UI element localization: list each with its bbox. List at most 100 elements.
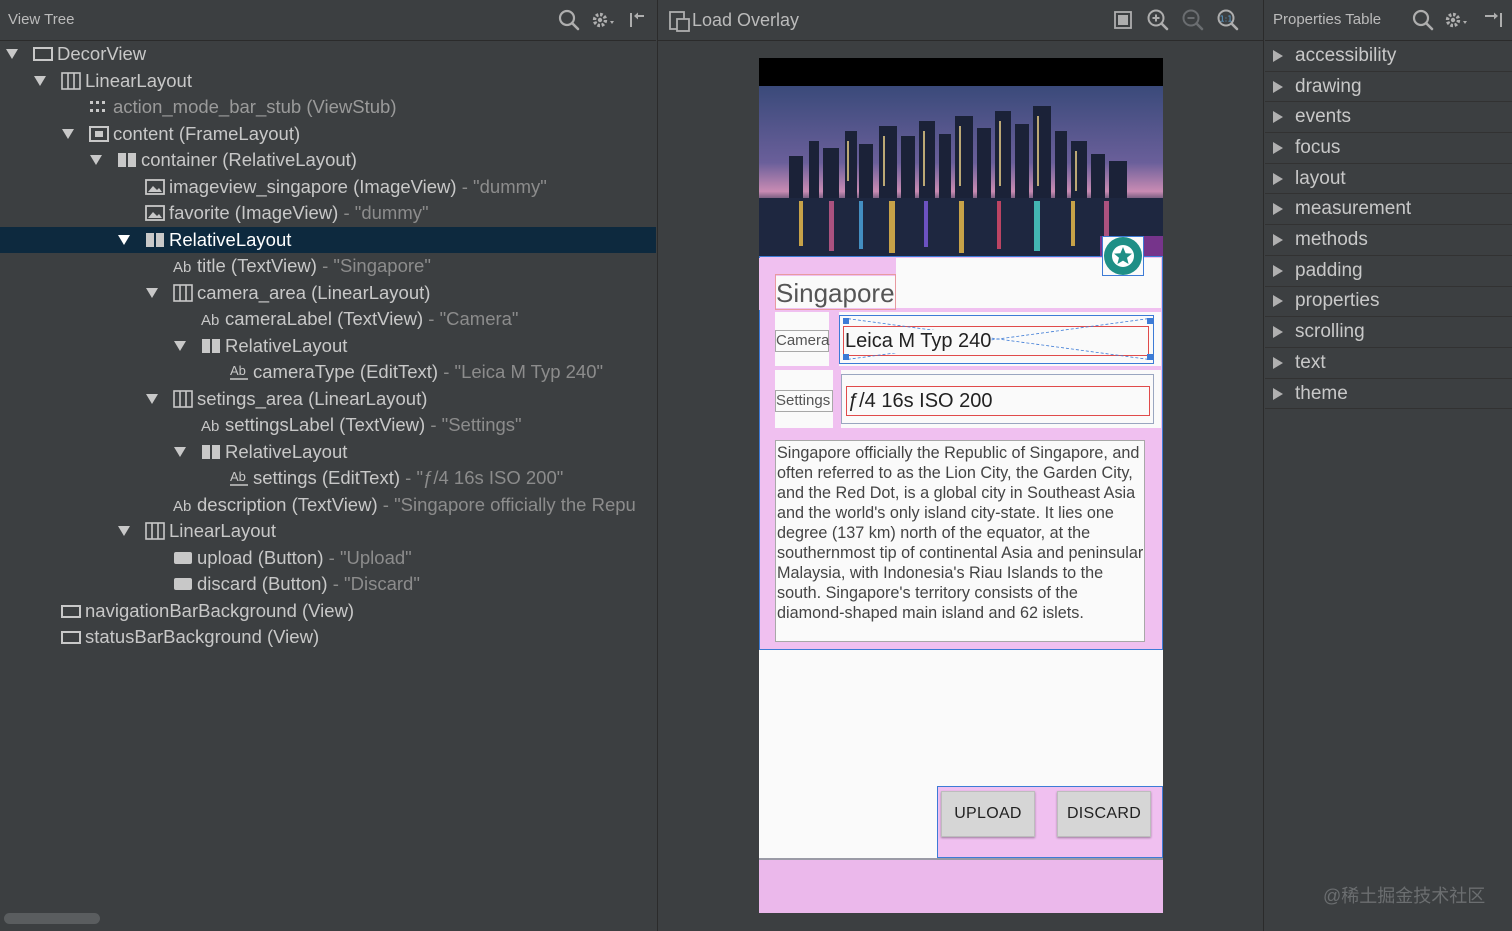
- tree-node-label: cameraType (EditText) - "Leica M Typ 240…: [253, 361, 603, 383]
- camera-type-field[interactable]: Leica M Typ 240: [845, 330, 992, 353]
- tree-node[interactable]: Ab cameraType (EditText) - "Leica M Typ 2…: [0, 359, 656, 386]
- tree-node[interactable]: RelativeLayout: [0, 333, 656, 360]
- property-group-text[interactable]: text: [1265, 348, 1512, 379]
- upload-button[interactable]: UPLOAD: [941, 791, 1035, 837]
- tree-node[interactable]: discard (Button) - "Discard": [0, 571, 656, 598]
- tree-node-label: camera_area (LinearLayout): [197, 282, 430, 304]
- tree-node-name: RelativeLayout: [225, 334, 348, 356]
- tree-node[interactable]: content (FrameLayout): [0, 121, 656, 148]
- tree-node-label: discard (Button) - "Discard": [197, 573, 420, 595]
- tree-node[interactable]: RelativeLayout: [0, 439, 656, 466]
- expand-arrow-icon[interactable]: [1272, 141, 1284, 154]
- tree-node[interactable]: container (RelativeLayout): [0, 147, 656, 174]
- settings-area-gap: [833, 370, 841, 428]
- load-overlay-button[interactable]: Load Overlay: [692, 10, 799, 31]
- expand-arrow-icon[interactable]: [1272, 234, 1284, 247]
- tree-node[interactable]: Ab settings (EditText) - "ƒ/4 16s ISO 200…: [0, 465, 656, 492]
- camera-area-padding: [761, 312, 775, 366]
- expand-triangle-icon[interactable]: [61, 127, 75, 141]
- title-text: Singapore: [776, 278, 895, 308]
- expand-triangle-icon[interactable]: [173, 339, 187, 353]
- property-group-label: layout: [1295, 167, 1346, 189]
- expand-triangle-icon[interactable]: [89, 153, 103, 167]
- expand-arrow-icon[interactable]: [1272, 387, 1284, 400]
- status-bar: [759, 58, 1163, 86]
- expand-arrow-icon[interactable]: [1272, 172, 1284, 185]
- property-group-drawing[interactable]: drawing: [1265, 72, 1512, 103]
- gear-icon[interactable]: [588, 6, 616, 34]
- tree-node[interactable]: imageview_singapore (ImageView) - "dummy…: [0, 174, 656, 201]
- framelayout-icon: [89, 125, 109, 142]
- tree-node[interactable]: LinearLayout: [0, 518, 656, 545]
- tree-node-name: action_mode_bar_stub (ViewStub): [113, 96, 397, 117]
- tree-node[interactable]: RelativeLayout: [0, 226, 656, 253]
- settings-field[interactable]: ƒ/4 16s ISO 200: [848, 390, 993, 413]
- expand-arrow-icon[interactable]: [1272, 264, 1284, 277]
- expand-arrow-icon[interactable]: [1272, 111, 1284, 124]
- tree-node[interactable]: LinearLayout: [0, 68, 656, 95]
- actual-size-icon[interactable]: 1:1: [1214, 6, 1242, 34]
- zoom-in-icon[interactable]: [1144, 6, 1172, 34]
- property-group-measurement[interactable]: measurement: [1265, 195, 1512, 226]
- expand-triangle-icon[interactable]: [145, 392, 159, 406]
- property-group-theme[interactable]: theme: [1265, 379, 1512, 410]
- display-view-icon[interactable]: [1109, 6, 1137, 34]
- tree-node[interactable]: action_mode_bar_stub (ViewStub): [0, 94, 656, 121]
- expand-arrow-icon[interactable]: [1272, 203, 1284, 216]
- collapse-right-icon[interactable]: [1479, 6, 1507, 34]
- load-overlay-icon[interactable]: [666, 7, 694, 35]
- expand-triangle-icon[interactable]: [173, 445, 187, 459]
- tree-node[interactable]: Ab description (TextView) - "Singapore of…: [0, 492, 656, 519]
- svg-text:Ab: Ab: [201, 312, 219, 329]
- property-group-accessibility[interactable]: accessibility: [1265, 41, 1512, 72]
- zoom-out-icon[interactable]: [1179, 6, 1207, 34]
- tree-node-name: content (FrameLayout): [113, 122, 301, 144]
- tree-node[interactable]: camera_area (LinearLayout): [0, 280, 656, 307]
- horizontal-scrollbar[interactable]: [4, 913, 100, 924]
- expand-triangle-icon[interactable]: [33, 74, 47, 88]
- tree-node[interactable]: Ab settingsLabel (TextView) - "Settings": [0, 412, 656, 439]
- property-group-scrolling[interactable]: scrolling: [1265, 317, 1512, 348]
- expand-arrow-icon[interactable]: [1272, 356, 1284, 369]
- expand-triangle-icon[interactable]: [5, 47, 19, 61]
- property-group-properties[interactable]: properties: [1265, 287, 1512, 318]
- tree-node-separator: -: [323, 546, 340, 568]
- expand-arrow-icon[interactable]: [1272, 295, 1284, 308]
- tree-node-label: settingsLabel (TextView) - "Settings": [225, 414, 522, 436]
- favorite-star-icon[interactable]: [1103, 236, 1143, 276]
- property-group-methods[interactable]: methods: [1265, 225, 1512, 256]
- expand-triangle-icon[interactable]: [117, 233, 131, 247]
- search-icon[interactable]: [555, 6, 583, 34]
- tree-node[interactable]: favorite (ImageView) - "dummy": [0, 200, 656, 227]
- tree-node[interactable]: Ab title (TextView) - "Singapore": [0, 253, 656, 280]
- tree-node-label: title (TextView) - "Singapore": [197, 255, 431, 277]
- tree-node-name: settings (EditText): [253, 467, 401, 488]
- properties-title: Properties Table: [1273, 11, 1382, 28]
- tree-node[interactable]: upload (Button) - "Upload": [0, 545, 656, 572]
- tree-node[interactable]: DecorView: [0, 41, 656, 68]
- collapse-left-icon[interactable]: [624, 6, 652, 34]
- search-icon[interactable]: [1409, 6, 1437, 34]
- property-group-focus[interactable]: focus: [1265, 133, 1512, 164]
- properties-panel: Properties Table accessibility drawing eve…: [1265, 0, 1512, 931]
- tree-node-label: RelativeLayout: [225, 335, 347, 357]
- gear-icon[interactable]: [1441, 6, 1469, 34]
- tree-node[interactable]: Ab cameraLabel (TextView) - "Camera": [0, 306, 656, 333]
- property-group-events[interactable]: events: [1265, 102, 1512, 134]
- discard-button[interactable]: DISCARD: [1057, 791, 1151, 837]
- property-group-label: padding: [1295, 259, 1363, 281]
- linear-layout-icon: [61, 71, 81, 90]
- property-group-padding[interactable]: padding: [1265, 256, 1512, 287]
- expand-arrow-icon[interactable]: [1272, 49, 1284, 62]
- tree-node[interactable]: navigationBarBackground (View): [0, 598, 656, 625]
- property-group-layout[interactable]: layout: [1265, 164, 1512, 195]
- tree-node[interactable]: statusBarBackground (View): [0, 624, 656, 651]
- tree-node[interactable]: setings_area (LinearLayout): [0, 386, 656, 413]
- expand-triangle-icon[interactable]: [145, 286, 159, 300]
- expand-arrow-icon[interactable]: [1272, 326, 1284, 339]
- singapore-image: [759, 86, 1163, 256]
- tree-node-name: cameraLabel (TextView): [225, 308, 424, 329]
- expand-triangle-icon[interactable]: [117, 524, 131, 538]
- expand-arrow-icon[interactable]: [1272, 80, 1284, 93]
- tree-node-name: cameraType (EditText): [253, 361, 439, 382]
